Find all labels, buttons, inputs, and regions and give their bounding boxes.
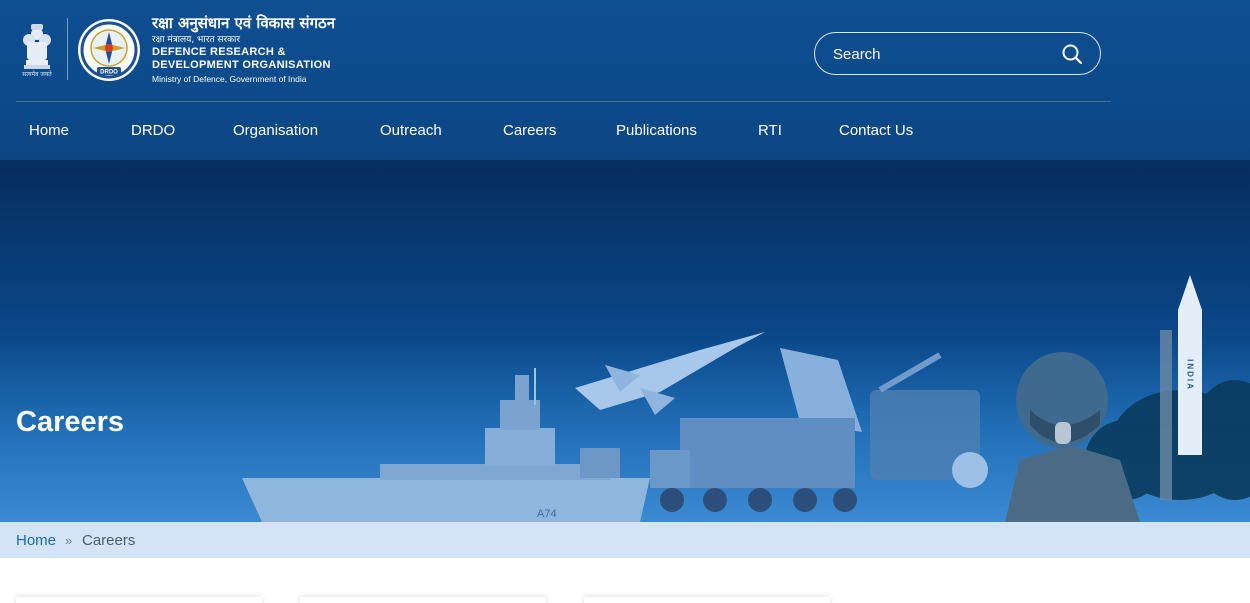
nav-item-publications[interactable]: Publications	[616, 122, 697, 139]
career-card[interactable]	[584, 597, 830, 603]
org-name-hindi: रक्षा अनुसंधान एवं विकास संगठन	[152, 14, 336, 32]
breadcrumb: Home » Careers	[0, 522, 1250, 558]
nav-item-rti[interactable]: RTI	[758, 122, 782, 139]
page-title: Careers	[16, 406, 125, 438]
search-box	[814, 32, 1101, 75]
drdo-logo-icon[interactable]: DRDO	[77, 18, 141, 82]
org-name-english-line2: DEVELOPMENT ORGANISATION	[152, 59, 331, 71]
career-card[interactable]	[16, 597, 262, 603]
search-icon[interactable]	[1061, 43, 1083, 65]
logo-divider	[67, 18, 68, 80]
nav-item-home[interactable]: Home	[29, 122, 69, 139]
header-divider	[16, 101, 1111, 102]
ship-hull-number: A74	[537, 508, 557, 520]
career-card[interactable]	[300, 597, 546, 603]
missile-label: INDIA	[1186, 359, 1195, 391]
nav-item-drdo[interactable]: DRDO	[131, 122, 175, 139]
ministry-name-english: Ministry of Defence, Government of India	[152, 74, 307, 84]
org-name-english-line1: DEFENCE RESEARCH &	[152, 46, 286, 58]
drdo-logo-text: DRDO	[100, 70, 118, 76]
ministry-name-hindi: रक्षा मंत्रालय, भारत सरकार	[152, 35, 241, 45]
search-input[interactable]	[833, 44, 1053, 64]
careers-banner: A74 INDIA Careers	[0, 160, 1250, 522]
nav-item-outreach[interactable]: Outreach	[380, 122, 442, 139]
breadcrumb-home-link[interactable]: Home	[16, 532, 56, 549]
breadcrumb-current: Careers	[82, 532, 136, 549]
nav-item-organisation[interactable]: Organisation	[233, 122, 318, 139]
nav-item-contact-us[interactable]: Contact Us	[839, 122, 913, 139]
nav-item-careers[interactable]: Careers	[503, 122, 556, 139]
banner-defence-collage: A74 INDIA	[0, 275, 1250, 522]
emblem-caption: सत्यमेव जयते	[22, 71, 52, 78]
breadcrumb-separator: »	[65, 533, 73, 548]
site-header: सत्यमेव जयते DRDO रक्षा अनुसंधान एवं विक…	[0, 0, 1250, 160]
